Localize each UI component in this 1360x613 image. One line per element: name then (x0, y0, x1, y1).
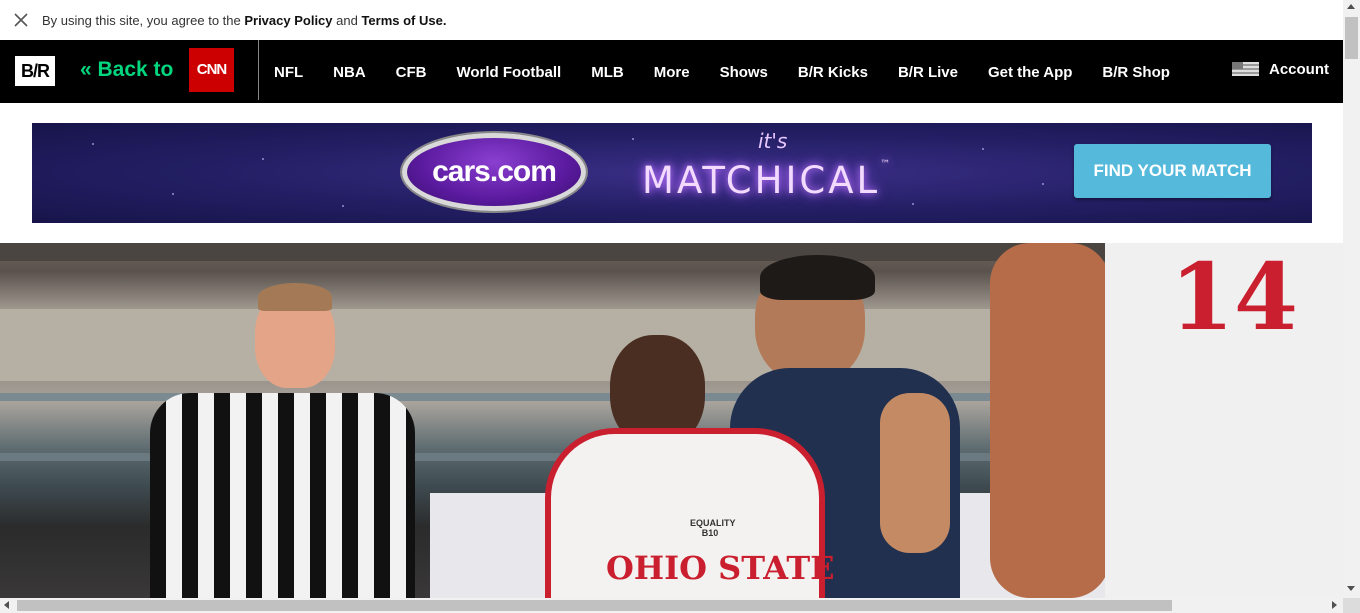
cookie-banner: By using this site, you agree to the Pri… (0, 0, 1343, 40)
nav-items: NFL NBA CFB World Football MLB More Show… (274, 64, 1170, 81)
ad-tagline-small: it's (758, 129, 788, 153)
nav-item-more[interactable]: More (654, 64, 690, 81)
nav-item-shows[interactable]: Shows (720, 64, 768, 81)
player-navy-hair (760, 255, 875, 300)
nav-item-br-shop[interactable]: B/R Shop (1102, 64, 1170, 81)
star-decor (1042, 183, 1044, 185)
star-decor (982, 148, 984, 150)
nav-item-br-live[interactable]: B/R Live (898, 64, 958, 81)
player-navy-arm (880, 393, 950, 553)
ad-tagline-large: MATCHICAL™ (642, 159, 890, 202)
nav-divider (258, 40, 259, 100)
nav-item-cfb[interactable]: CFB (396, 64, 427, 81)
back-to-link[interactable]: « Back to (80, 58, 173, 82)
referee-shirt (150, 393, 415, 598)
cookie-and: and (332, 13, 362, 28)
scroll-left-arrow-icon[interactable] (4, 601, 9, 609)
horizontal-scrollbar[interactable] (0, 598, 1343, 613)
star-decor (172, 193, 174, 195)
star-decor (632, 138, 634, 140)
scroll-down-arrow-icon[interactable] (1347, 586, 1355, 591)
referee-hair (258, 283, 332, 311)
find-your-match-button[interactable]: FIND YOUR MATCH (1074, 144, 1271, 198)
star-decor (342, 205, 344, 207)
star-decor (912, 203, 914, 205)
vertical-scroll-thumb[interactable] (1345, 17, 1358, 59)
nav-item-nfl[interactable]: NFL (274, 64, 303, 81)
us-flag-icon[interactable] (1232, 62, 1259, 76)
b10-patch: EQUALITY B10 (690, 518, 736, 538)
terms-of-use-link[interactable]: Terms of Use. (361, 13, 446, 28)
top-nav: B/R « Back to CNN NFL NBA CFB World Foot… (0, 40, 1343, 103)
jersey-number: 14 (1170, 243, 1299, 351)
cookie-text: By using this site, you agree to the Pri… (42, 13, 446, 28)
account-link[interactable]: Account (1269, 61, 1329, 78)
horizontal-scroll-thumb[interactable] (17, 600, 1172, 611)
hero-image[interactable]: OHIO STATE EQUALITY B10 14 (0, 243, 1343, 598)
vertical-scrollbar[interactable] (1343, 0, 1360, 598)
trademark-mark: ™ (880, 159, 891, 170)
close-icon[interactable] (12, 11, 30, 29)
nav-item-mlb[interactable]: MLB (591, 64, 624, 81)
star-decor (92, 143, 94, 145)
scroll-right-arrow-icon[interactable] (1332, 601, 1337, 609)
scrollbar-corner (1343, 598, 1360, 613)
player-14-arm (990, 243, 1110, 598)
nav-item-get-the-app[interactable]: Get the App (988, 64, 1072, 81)
privacy-policy-link[interactable]: Privacy Policy (244, 13, 332, 28)
cars-com-logo: cars.com (402, 133, 586, 211)
nav-item-br-kicks[interactable]: B/R Kicks (798, 64, 868, 81)
cookie-prefix: By using this site, you agree to the (42, 13, 245, 28)
scroll-up-arrow-icon[interactable] (1347, 4, 1355, 9)
ad-banner[interactable]: cars.com it's MATCHICAL™ FIND YOUR MATCH (32, 123, 1312, 223)
br-logo[interactable]: B/R (15, 56, 55, 86)
nav-item-world-football[interactable]: World Football (457, 64, 562, 81)
nav-item-nba[interactable]: NBA (333, 64, 366, 81)
ad-tagline-word: MATCHICAL (642, 159, 881, 202)
cnn-logo[interactable]: CNN (189, 48, 234, 92)
jersey-text: OHIO STATE (606, 549, 835, 587)
star-decor (262, 158, 264, 160)
